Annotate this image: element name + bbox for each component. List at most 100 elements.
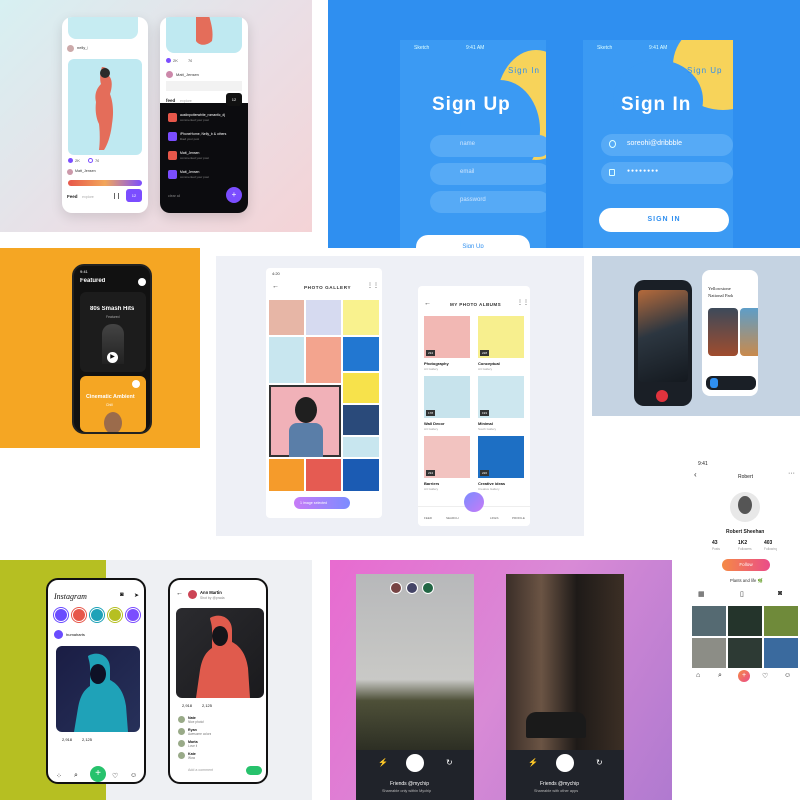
back-arrow-icon[interactable]: ← [176,590,183,597]
add-fab[interactable]: + [226,187,242,203]
send-button[interactable] [246,766,262,775]
email-field[interactable]: soreohi@dribbble [601,134,733,156]
play-small[interactable] [132,380,140,388]
photo[interactable] [269,300,304,335]
nav-item-feed[interactable]: FEED [424,516,432,520]
grid-icon[interactable]: ⁘ [56,772,62,780]
signin-button[interactable]: SIGN IN [599,208,729,232]
photo[interactable] [343,373,379,403]
signup-corner-link[interactable]: Sign Up [687,66,722,75]
nav-active[interactable] [710,378,718,388]
nav-item-search[interactable]: SEARCH [446,516,459,520]
more-icon[interactable]: ··· [788,470,795,477]
flash-icon[interactable]: ⚡ [528,758,538,767]
back-arrow-icon[interactable]: ← [272,283,279,290]
search-icon[interactable]: ⌕ [74,772,78,780]
grid-view-icon[interactable]: ▦ [698,590,705,598]
send-icon[interactable]: ➤ [134,592,139,599]
photo[interactable] [343,337,379,371]
selected-count-button[interactable]: 1 image selected [294,497,350,509]
notification-thumb[interactable] [168,151,177,160]
photo[interactable] [343,300,379,335]
friend-avatar[interactable] [390,582,402,594]
nav-item-likes[interactable]: LIKES [490,516,499,520]
story-avatar[interactable] [126,608,140,622]
back-arrow-icon[interactable]: ← [424,300,431,307]
profile-photo[interactable] [692,638,726,668]
profile-avatar[interactable] [138,278,146,286]
photo[interactable] [269,337,304,383]
nav-item-profile[interactable]: PROFILE [512,516,525,520]
user-icon[interactable]: ☺ [784,672,791,679]
camera-icon[interactable]: ◙ [778,590,782,597]
photo-selected[interactable] [269,385,341,457]
add-comment-input[interactable]: Add a comment [188,768,213,772]
password-field[interactable]: ●●●●●●●● [601,162,733,184]
friend-avatar[interactable] [406,582,418,594]
story-avatar[interactable] [108,608,122,622]
heart-icon[interactable]: ♡ [762,672,768,680]
photo[interactable] [306,459,341,491]
flip-icon[interactable]: ↻ [446,758,453,767]
heart-icon[interactable]: ♡ [112,772,118,780]
dark-tab-explore[interactable]: explore [180,99,192,103]
name-field[interactable]: name [430,135,546,157]
user-icon[interactable]: ☺ [130,772,137,779]
shutter-button[interactable] [406,754,424,772]
home-icon[interactable]: ⌂ [696,672,700,679]
post-image[interactable] [56,646,140,732]
detail-image[interactable] [176,608,264,698]
comment-icon[interactable] [88,158,93,163]
photo[interactable] [343,437,379,457]
photo[interactable] [343,405,379,435]
add-button[interactable]: + [90,766,106,782]
profile-photo[interactable] [764,606,798,636]
story-avatar[interactable] [90,608,104,622]
photo[interactable] [306,337,341,383]
back-arrow-icon[interactable]: ‹ [694,470,697,479]
notification-thumb[interactable] [168,113,177,122]
add-button[interactable]: + [738,670,750,682]
profile-photo[interactable] [728,606,762,636]
camera-icon[interactable]: ◙ [120,592,124,598]
park-photo[interactable] [740,308,758,356]
flash-icon[interactable]: ⚡ [378,758,388,767]
card-80s[interactable]: 80s Smash Hits Featured ▶ [80,292,146,372]
photo[interactable] [269,459,304,491]
photo[interactable] [306,300,341,335]
like-icon[interactable] [68,158,73,163]
notification-thumb[interactable] [168,170,177,179]
grid-icon[interactable]: ⋮⋮ [517,299,529,306]
search-icon[interactable]: ⌕ [718,672,722,680]
post-image[interactable] [68,59,142,155]
tab-feed[interactable]: Feed [67,194,78,199]
badge-button[interactable]: 12 [226,93,242,106]
shutter-button[interactable] [556,754,574,772]
profile-photo[interactable] [692,606,726,636]
card-cinematic[interactable]: Cinematic Ambient Chill [80,376,146,432]
signin-corner-link[interactable]: Sign In [508,66,540,75]
grid-icon[interactable]: ⋮⋮ [367,282,379,289]
signup-button[interactable]: Sign Up [416,235,530,248]
featured-header[interactable]: Featured [80,278,105,284]
like-icon[interactable] [166,58,171,63]
center-camera-button[interactable] [464,492,484,512]
password-field[interactable]: password [430,191,546,213]
clear-all-link[interactable]: clear all [168,194,180,198]
tab-explore[interactable]: explore [82,195,94,199]
profile-photo[interactable] [764,638,798,668]
dark-tab-feed[interactable]: feed [166,98,175,103]
story-avatar[interactable] [54,608,68,622]
photo[interactable] [343,459,379,491]
shutter-button[interactable] [656,390,668,402]
park-photo[interactable] [708,308,738,356]
notification-thumb[interactable] [168,132,177,141]
filter-icon[interactable] [114,193,119,199]
phone-view-icon[interactable]: ▯ [740,590,744,598]
profile-photo[interactable] [728,638,762,668]
flip-icon[interactable]: ↻ [596,758,603,767]
badge-button[interactable]: 12 [126,189,142,202]
follow-button[interactable]: Follow [722,559,770,571]
friend-avatar[interactable] [422,582,434,594]
story-avatar[interactable] [72,608,86,622]
